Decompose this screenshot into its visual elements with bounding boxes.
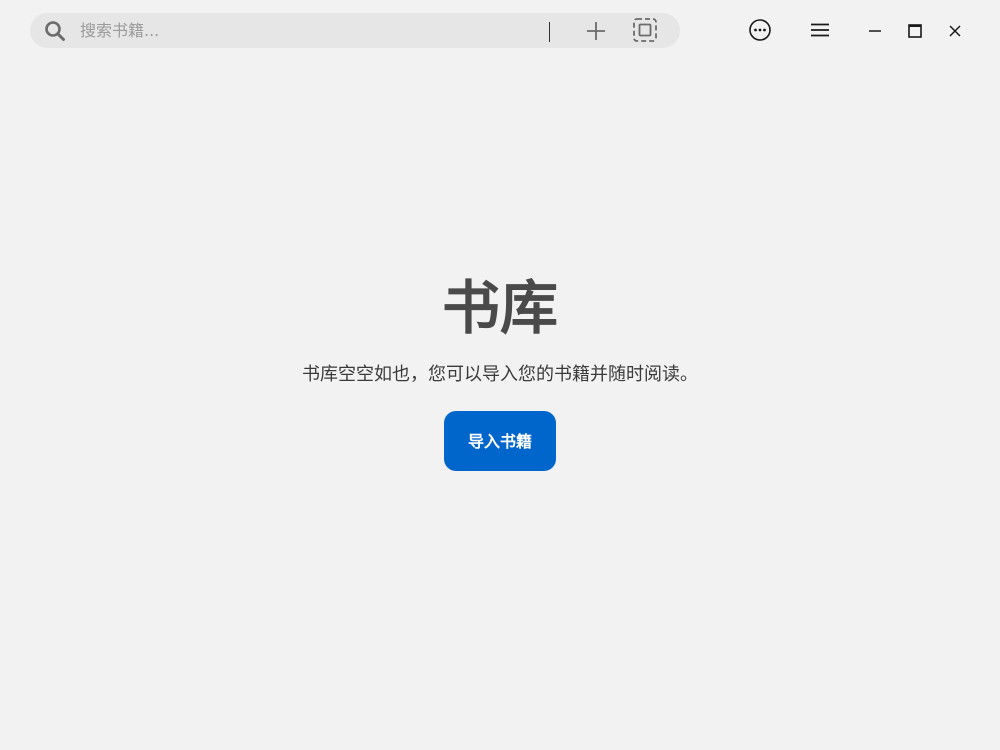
hamburger-menu-icon	[811, 23, 829, 37]
maximize-icon	[908, 24, 922, 38]
minimize-button[interactable]	[862, 18, 888, 44]
menu-button[interactable]	[806, 16, 834, 44]
maximize-button[interactable]	[902, 18, 928, 44]
scan-button[interactable]	[631, 16, 659, 44]
add-book-button[interactable]	[583, 18, 609, 44]
close-icon	[949, 25, 961, 37]
import-books-button[interactable]: 导入书籍	[444, 411, 556, 471]
more-options-button[interactable]	[746, 16, 774, 44]
minimize-icon	[869, 30, 881, 32]
library-title: 书库	[441, 274, 558, 342]
close-button[interactable]	[942, 18, 968, 44]
more-horizontal-circle-icon	[749, 19, 771, 41]
empty-library-description: 书库空空如也，您可以导入您的书籍并随时阅读。	[302, 364, 698, 385]
empty-library-state: 书库 书库空空如也，您可以导入您的书籍并随时阅读。 导入书籍	[0, 270, 1000, 471]
scan-icon	[633, 18, 657, 42]
text-cursor	[549, 22, 550, 42]
search-input[interactable]	[80, 13, 560, 48]
search-icon	[44, 20, 66, 42]
plus-icon	[587, 22, 605, 40]
